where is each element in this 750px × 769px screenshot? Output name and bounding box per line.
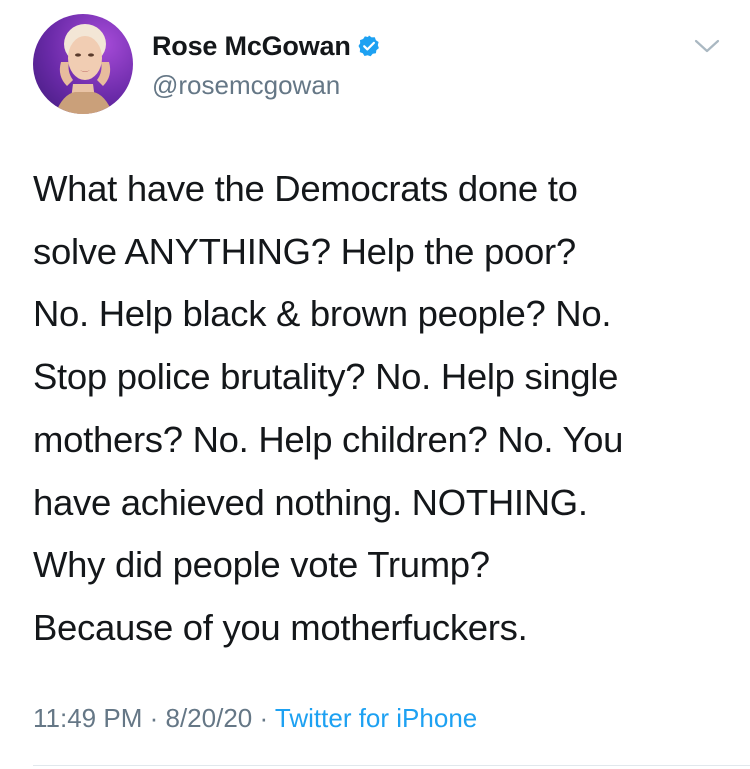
tweet-text-line: No. Help black & brown people? No. [33,293,612,335]
tweet-card: Rose McGowan @rosemcgowan What have the … [0,0,750,769]
tweet-text: What have the Democrats done to solve AN… [33,158,733,660]
tweet-date[interactable]: 8/20/20 [166,703,253,733]
tweet-text-line: have achieved nothing. NOTHING. [33,481,588,523]
tweet-text-line: Because of you motherfuckers. [33,606,528,648]
user-handle[interactable]: @rosemcgowan [152,70,340,101]
divider [33,765,750,766]
tweet-time[interactable]: 11:49 PM [33,703,142,733]
tweet-meta: 11:49 PM · 8/20/20 · Twitter for iPhone [33,703,477,734]
chevron-down-icon[interactable] [690,34,724,58]
display-name[interactable]: Rose McGowan [152,31,351,62]
tweet-text-line: solve ANYTHING? Help the poor? [33,230,576,272]
tweet-text-line: Stop police brutality? No. Help single [33,356,619,398]
name-row: Rose McGowan [152,30,381,62]
meta-separator: · [149,703,159,733]
tweet-text-line: Why did people vote Trump? [33,544,490,586]
tweet-text-line: What have the Democrats done to [33,168,578,209]
avatar-photo [55,24,113,114]
tweet-text-line: mothers? No. Help children? No. You [33,418,624,460]
tweet-source-link[interactable]: Twitter for iPhone [275,703,477,733]
meta-separator: · [259,703,269,733]
verified-badge-icon [357,34,381,58]
avatar[interactable] [33,14,133,114]
